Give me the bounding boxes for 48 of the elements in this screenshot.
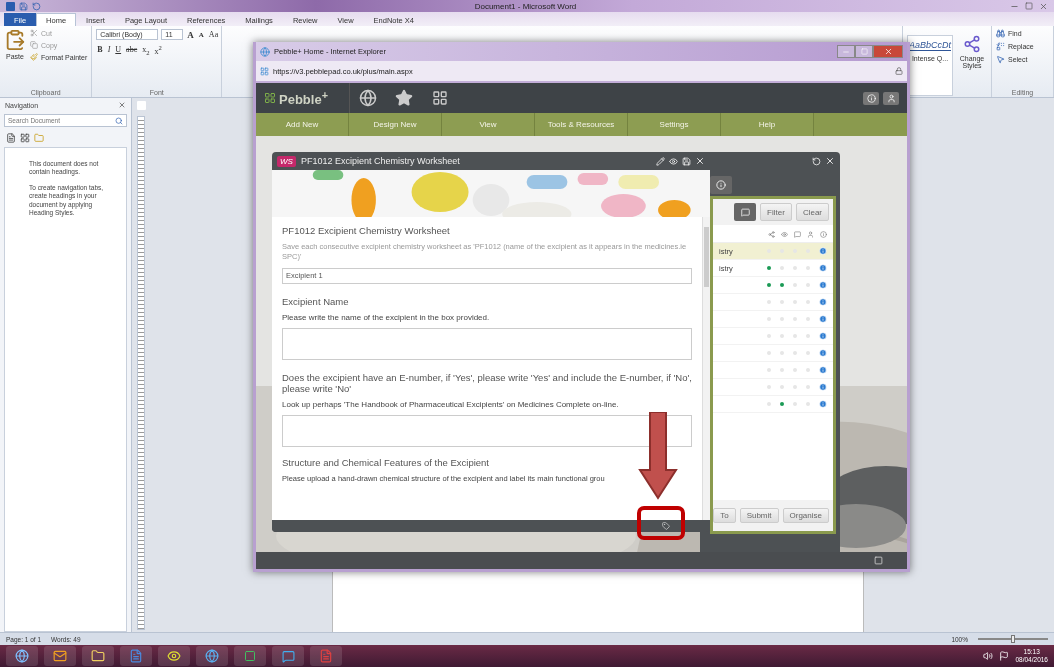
close-button[interactable] — [873, 45, 903, 58]
square-icon[interactable] — [244, 650, 256, 662]
globe-icon — [260, 46, 270, 57]
document-icon[interactable] — [319, 649, 333, 663]
pointer-icon[interactable] — [996, 55, 1005, 64]
change-case-button[interactable]: Aa — [207, 30, 220, 39]
mail-icon[interactable] — [53, 649, 67, 663]
globe-icon[interactable] — [205, 649, 219, 663]
eye-icon[interactable] — [167, 649, 181, 663]
format-button[interactable]: B — [96, 45, 104, 55]
save-icon[interactable] — [19, 1, 28, 11]
maximize-icon[interactable] — [1025, 1, 1033, 10]
format-button[interactable]: U — [114, 45, 123, 55]
close-icon[interactable] — [883, 47, 893, 56]
binoculars-icon[interactable] — [996, 29, 1005, 38]
grid-icon[interactable] — [432, 90, 448, 106]
scissors-icon[interactable] — [30, 29, 38, 37]
pages-icon[interactable] — [6, 133, 16, 143]
logo-icon[interactable] — [264, 92, 276, 104]
lock-icon — [895, 67, 903, 75]
undo-icon[interactable] — [32, 1, 41, 11]
logo-text[interactable]: Pebble$^{+}$ — [279, 88, 328, 108]
format-button[interactable]: abc — [125, 45, 139, 55]
flag-icon[interactable] — [999, 651, 1010, 661]
globe-icon[interactable] — [359, 89, 377, 107]
window-title: Document1 - Microsoft Word — [473, 1, 578, 11]
chat-icon[interactable] — [281, 649, 295, 663]
search-icon[interactable] — [115, 116, 123, 125]
replace-icon[interactable] — [996, 42, 1005, 51]
results-icon[interactable] — [34, 133, 44, 143]
maximize-button[interactable] — [855, 45, 873, 58]
minimize-button[interactable] — [837, 45, 855, 58]
format-button[interactable]: x$_{2}$ — [141, 44, 151, 56]
thumbnails-icon[interactable] — [20, 133, 30, 143]
document-icon[interactable] — [129, 649, 143, 663]
font-size-button[interactable]: A — [186, 29, 195, 40]
format-button[interactable]: x$^{2}$ — [153, 44, 163, 56]
folder-icon[interactable] — [91, 649, 105, 663]
globe-icon[interactable] — [15, 649, 29, 663]
paste-icon[interactable] — [4, 29, 26, 51]
close-icon[interactable] — [1039, 1, 1048, 11]
site-icon — [260, 66, 269, 76]
star-icon[interactable] — [395, 89, 413, 107]
close-icon[interactable] — [118, 101, 126, 109]
volume-icon[interactable] — [983, 651, 994, 661]
app-icon — [6, 1, 15, 11]
zoom-thumb[interactable] — [1011, 635, 1015, 643]
format-button[interactable]: I — [106, 45, 112, 55]
